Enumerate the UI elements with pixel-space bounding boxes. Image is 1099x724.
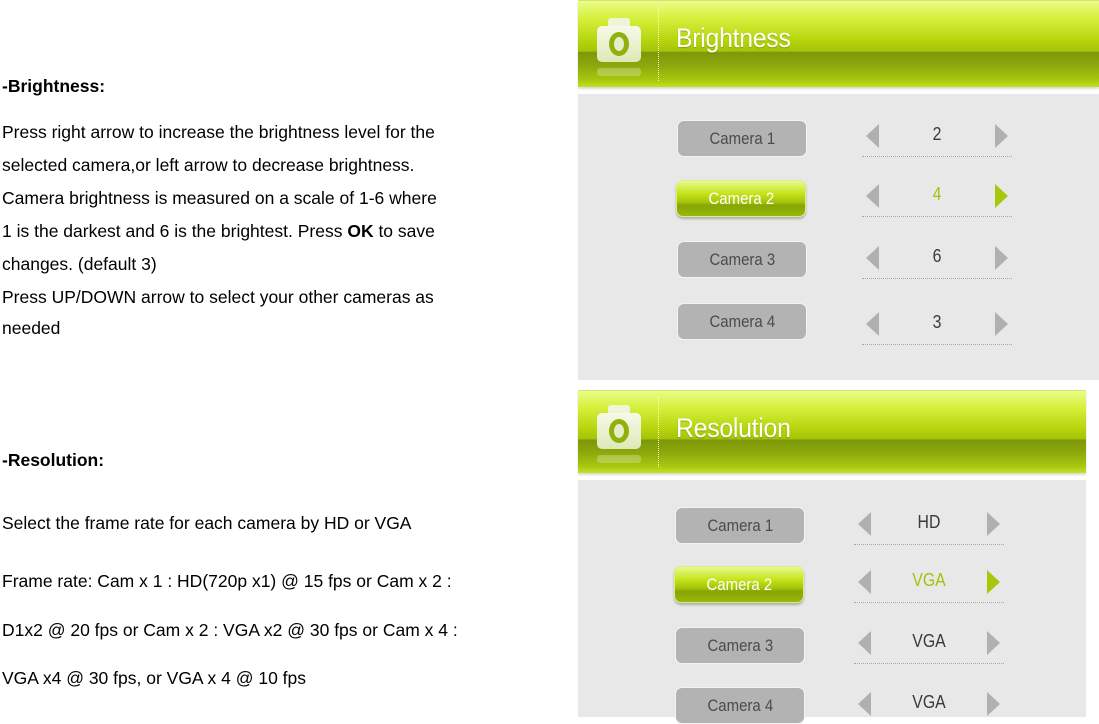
right-arrow-icon[interactable] [995, 124, 1008, 148]
resolution-text-line: VGA x4 @ 30 fps, or VGA x 4 @ 10 fps [2, 668, 307, 688]
brightness-camera-4-button[interactable]: Camera 4 [677, 303, 807, 340]
right-arrow-icon[interactable] [995, 312, 1008, 336]
resolution-panel-body: Camera 1 HD Camera 2 VGA Camera 3 VGA Ca… [578, 480, 1086, 724]
brightness-camera-3-selector: 6 [862, 238, 1012, 279]
brightness-text-line: Press UP/DOWN arrow to select your other… [2, 287, 434, 307]
camera-icon [597, 18, 641, 76]
brightness-heading: -Brightness: [2, 76, 106, 96]
brightness-text-line: Press right arrow to increase the bright… [2, 122, 435, 142]
resolution-camera-3-button[interactable]: Camera 3 [675, 627, 805, 664]
brightness-value: 4 [932, 184, 942, 204]
resolution-heading: -Resolution: [2, 450, 105, 470]
resolution-camera-2-button[interactable]: Camera 2 [674, 566, 804, 603]
resolution-camera-4-selector: VGA [854, 684, 1004, 724]
brightness-camera-2-selector: 4 [862, 176, 1012, 217]
brightness-panel-body: Camera 1 2 Camera 2 4 Camera 3 6 Camera … [578, 94, 1099, 380]
camera-icon [597, 405, 641, 463]
brightness-camera-3-button[interactable]: Camera 3 [677, 241, 807, 278]
resolution-camera-1-selector: HD [854, 504, 1004, 545]
brightness-camera-4-selector: 3 [862, 304, 1012, 345]
brightness-camera-1-button[interactable]: Camera 1 [677, 120, 807, 157]
brightness-text-line: Camera brightness is measured on a scale… [2, 188, 437, 208]
brightness-value: 6 [932, 246, 942, 266]
right-arrow-icon[interactable] [987, 512, 1000, 536]
header-divider [658, 7, 659, 81]
resolution-value: VGA [912, 570, 946, 590]
brightness-panel-header: Brightness [578, 0, 1099, 87]
resolution-panel-title: Resolution [676, 413, 791, 443]
text-segment: 1 is the darkest and 6 is the brightest.… [2, 221, 348, 241]
brightness-camera-2-button[interactable]: Camera 2 [676, 180, 806, 217]
brightness-text-line: selected camera,or left arrow to decreas… [2, 155, 415, 175]
brightness-value: 2 [932, 124, 942, 144]
brightness-value: 3 [932, 312, 942, 332]
brightness-panel-title: Brightness [676, 23, 791, 53]
brightness-camera-1-selector: 2 [862, 116, 1012, 157]
resolution-value: VGA [912, 692, 946, 712]
resolution-camera-3-selector: VGA [854, 623, 1004, 664]
right-arrow-icon[interactable] [995, 246, 1008, 270]
resolution-camera-1-button[interactable]: Camera 1 [675, 507, 805, 544]
right-arrow-icon[interactable] [987, 631, 1000, 655]
brightness-text-line: 1 is the darkest and 6 is the brightest.… [2, 221, 435, 241]
right-arrow-icon[interactable] [987, 692, 1000, 716]
resolution-text-line: Select the frame rate for each camera by… [2, 513, 412, 533]
resolution-panel-header: Resolution [578, 390, 1086, 473]
ok-key-label: OK [347, 221, 374, 241]
resolution-text-line: D1x2 @ 20 fps or Cam x 2 : VGA x2 @ 30 f… [2, 620, 458, 640]
text-segment: to save [373, 221, 435, 241]
resolution-camera-4-button[interactable]: Camera 4 [675, 687, 805, 724]
right-arrow-icon[interactable] [995, 184, 1008, 208]
brightness-text-line: changes. (default 3) [2, 254, 157, 274]
brightness-text-line: needed [2, 318, 61, 338]
resolution-camera-2-selector: VGA [854, 562, 1004, 603]
header-divider [658, 397, 659, 467]
resolution-value: HD [917, 512, 941, 532]
resolution-text-line: Frame rate: Cam x 1 : HD(720p x1) @ 15 f… [2, 571, 452, 591]
resolution-value: VGA [912, 631, 946, 651]
right-arrow-icon[interactable] [987, 570, 1000, 594]
